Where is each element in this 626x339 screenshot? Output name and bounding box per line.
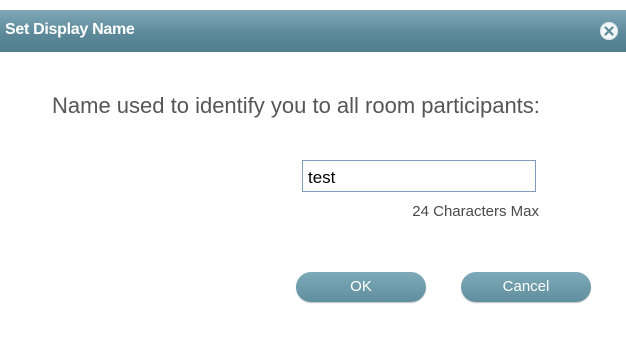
dialog-titlebar: Set Display Name xyxy=(0,10,626,52)
dialog-title: Set Display Name xyxy=(5,21,135,38)
ok-button[interactable]: OK xyxy=(296,272,426,302)
prompt-text: Name used to identify you to all room pa… xyxy=(52,93,540,118)
display-name-input[interactable] xyxy=(302,160,536,192)
max-characters-hint: 24 Characters Max xyxy=(412,203,539,220)
set-display-name-dialog: Set Display Name Name used to identify y… xyxy=(0,0,626,339)
close-icon xyxy=(604,26,614,36)
close-button[interactable] xyxy=(600,22,618,40)
cancel-button[interactable]: Cancel xyxy=(461,272,591,302)
